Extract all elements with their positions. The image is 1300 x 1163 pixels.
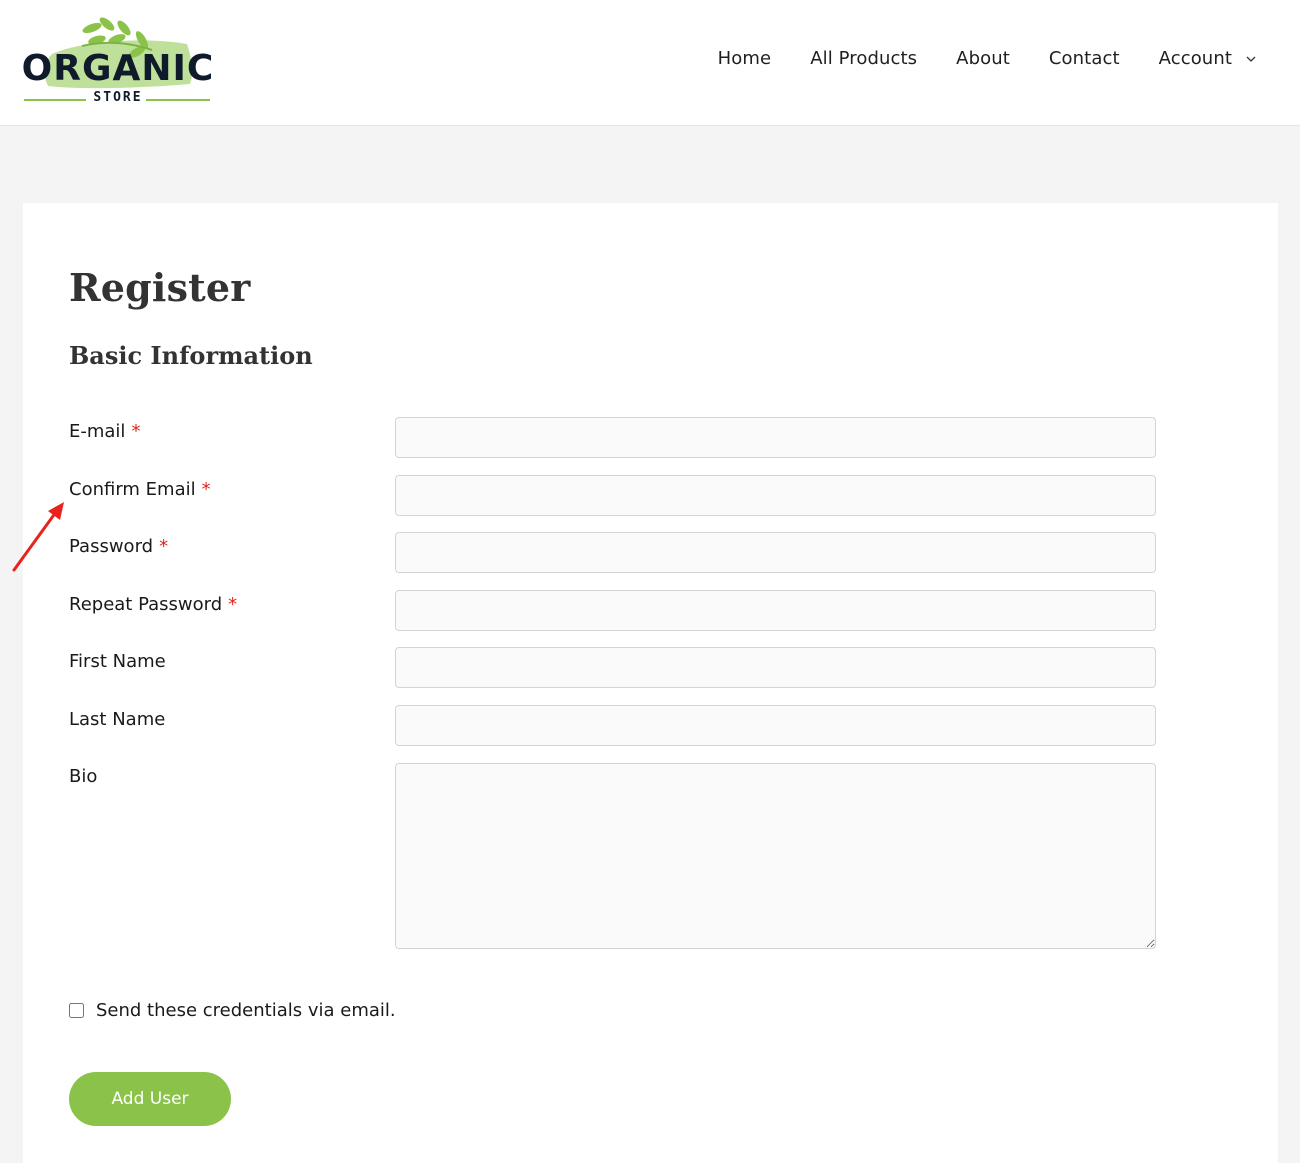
confirm-email-label: Confirm Email * [69,479,211,500]
bio-textarea[interactable] [395,763,1156,949]
register-card: Register Basic Information E-mail * Confi… [23,203,1278,1163]
nav-contact[interactable]: Contact [1049,48,1120,69]
confirm-email-label-text: Confirm Email [69,479,196,500]
page-title: Register [69,265,251,310]
required-asterisk: * [228,594,238,615]
nav-about-label: About [956,48,1010,69]
nav-contact-label: Contact [1048,48,1120,69]
first-name-label-text: First Name [69,651,166,672]
last-name-label: Last Name [69,709,165,730]
send-credentials-label[interactable]: Send these credentials via email. [96,1000,396,1021]
email-label: E-mail * [69,421,140,442]
nav-home[interactable]: Home [718,48,772,69]
first-name-label: First Name [69,651,166,672]
required-asterisk: * [201,479,211,500]
confirm-email-field[interactable] [395,475,1156,516]
repeat-password-field[interactable] [395,590,1156,631]
last-name-label-text: Last Name [69,709,166,730]
nav-all-products[interactable]: All Products [810,48,917,69]
send-credentials-row: Send these credentials via email. [69,1000,396,1021]
password-field[interactable] [395,532,1156,573]
email-field[interactable] [395,417,1156,458]
last-name-field[interactable] [395,705,1156,746]
email-label-text: E-mail [69,421,126,442]
svg-text:STORE: STORE [93,90,142,105]
password-label: Password * [69,536,168,557]
nav-about[interactable]: About [956,48,1010,69]
nav-all-products-label: All Products [810,48,918,69]
site-header: ORGANIC STORE Home All Products About Co… [0,0,1300,126]
organic-store-logo-icon: ORGANIC STORE [22,17,213,105]
nav-account[interactable]: Account [1159,48,1258,69]
site-logo[interactable]: ORGANIC STORE [22,14,213,106]
main-nav: Home All Products About Contact Account [718,48,1258,69]
password-label-text: Password [69,536,154,557]
bio-label-text: Bio [69,766,98,787]
chevron-down-icon [1246,56,1256,62]
required-asterisk: * [159,536,169,557]
repeat-password-label-text: Repeat Password [69,594,223,615]
nav-account-label: Account [1158,48,1232,69]
repeat-password-label: Repeat Password * [69,594,237,615]
section-title: Basic Information [69,341,313,370]
first-name-field[interactable] [395,647,1156,688]
required-asterisk: * [131,421,141,442]
nav-home-label: Home [717,48,772,69]
add-user-button[interactable]: Add User [69,1072,231,1126]
svg-text:ORGANIC: ORGANIC [22,48,212,89]
send-credentials-checkbox[interactable] [69,1003,84,1018]
bio-label: Bio [69,766,97,787]
